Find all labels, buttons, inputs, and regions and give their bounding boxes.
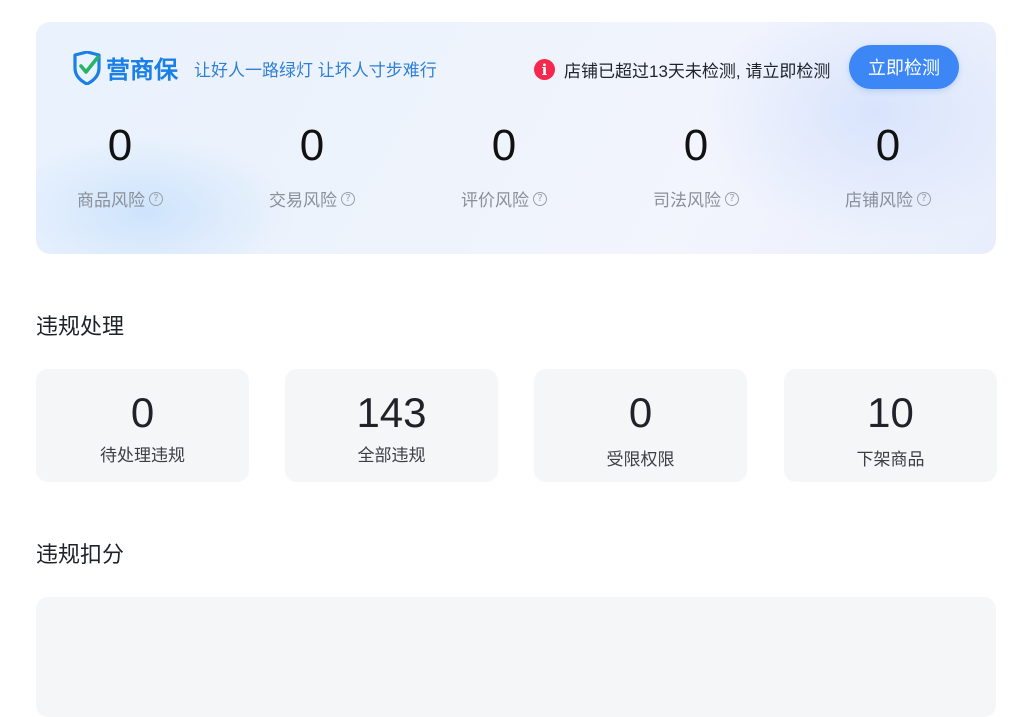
- risk-label-row: 司法风险 ?: [626, 186, 766, 211]
- question-mark-icon[interactable]: ?: [149, 191, 163, 206]
- risk-item-product: 0 商品风险 ?: [50, 120, 190, 211]
- card-value: 143: [356, 389, 427, 436]
- section-title-violation-deduction: 违规扣分: [36, 542, 125, 567]
- risk-item-judicial: 0 司法风险 ?: [626, 120, 766, 211]
- question-mark-icon[interactable]: ?: [341, 191, 355, 206]
- card-pending-violations[interactable]: 0 待处理违规: [36, 369, 249, 482]
- deduction-panel: [36, 597, 996, 717]
- risk-value: 0: [107, 121, 133, 170]
- risk-item-store: 0 店铺风险 ?: [818, 120, 958, 211]
- card-value: 10: [867, 389, 914, 436]
- risk-item-review: 0 评价风险 ?: [434, 120, 574, 211]
- risk-label: 司法风险: [653, 191, 721, 210]
- risk-label-row: 店铺风险 ?: [818, 186, 958, 211]
- store-check-banner: 营商保 让好人一路绿灯 让坏人寸步难行 i 店铺已超过13天未检测, 请立即检测…: [36, 22, 996, 254]
- card-label: 待处理违规: [100, 446, 185, 465]
- shield-check-icon: [73, 50, 101, 85]
- risk-label-row: 交易风险 ?: [242, 186, 382, 211]
- risk-value: 0: [491, 121, 517, 170]
- detection-alert: i 店铺已超过13天未检测, 请立即检测: [534, 57, 830, 82]
- card-value: 0: [130, 389, 155, 436]
- section-title-violation-handling: 违规处理: [36, 314, 125, 339]
- risk-label: 商品风险: [77, 191, 145, 210]
- risk-item-transaction: 0 交易风险 ?: [242, 120, 382, 211]
- risk-value: 0: [683, 121, 709, 170]
- risk-label-row: 评价风险 ?: [434, 186, 574, 211]
- risk-value: 0: [299, 121, 325, 170]
- question-mark-icon[interactable]: ?: [917, 191, 931, 206]
- brand-name: 营商保: [106, 57, 178, 84]
- card-label: 受限权限: [606, 450, 675, 469]
- question-mark-icon[interactable]: ?: [725, 191, 739, 206]
- risk-label: 交易风险: [269, 191, 337, 210]
- card-restricted-permissions[interactable]: 0 受限权限: [534, 369, 747, 482]
- risk-label: 店铺风险: [845, 191, 913, 210]
- card-delisted-products[interactable]: 10 下架商品: [784, 369, 997, 482]
- risk-label: 评价风险: [461, 191, 529, 210]
- question-mark-icon[interactable]: ?: [533, 191, 547, 206]
- card-value: 0: [628, 389, 653, 436]
- risk-value: 0: [875, 121, 901, 170]
- card-all-violations[interactable]: 143 全部违规: [285, 369, 498, 482]
- brand-logo: 营商保: [72, 50, 178, 85]
- alert-message: 店铺已超过13天未检测, 请立即检测: [564, 62, 831, 81]
- card-label: 下架商品: [856, 450, 925, 469]
- info-icon: i: [534, 59, 555, 80]
- brand-slogan: 让好人一路绿灯 让坏人寸步难行: [194, 61, 437, 80]
- check-now-button[interactable]: 立即检测: [849, 45, 959, 89]
- risk-label-row: 商品风险 ?: [50, 186, 190, 211]
- card-label: 全部违规: [357, 446, 426, 465]
